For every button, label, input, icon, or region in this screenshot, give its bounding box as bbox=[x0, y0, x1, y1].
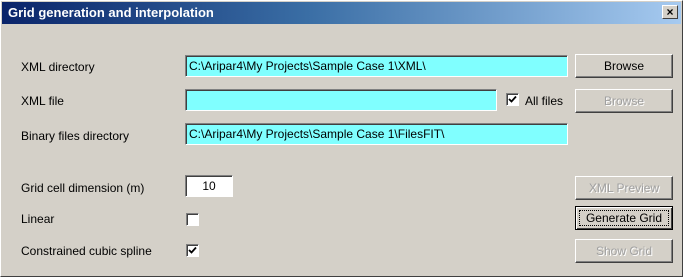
xml-directory-label: XML directory bbox=[21, 60, 95, 74]
grid-cell-input[interactable]: 10 bbox=[185, 175, 233, 197]
xml-file-input[interactable] bbox=[185, 89, 497, 111]
window-title: Grid generation and interpolation bbox=[8, 5, 214, 20]
all-files-checkbox[interactable] bbox=[506, 93, 519, 106]
show-grid-button[interactable]: Show Grid bbox=[575, 239, 673, 263]
browse-file-button[interactable]: Browse bbox=[575, 89, 673, 113]
linear-checkbox[interactable] bbox=[186, 213, 199, 226]
linear-label: Linear bbox=[21, 212, 55, 226]
focus-rect bbox=[579, 210, 669, 226]
xml-file-label: XML file bbox=[21, 94, 64, 108]
browse-directory-button[interactable]: Browse bbox=[575, 54, 673, 78]
binary-directory-input[interactable]: C:\Aripar4\My Projects\Sample Case 1\Fil… bbox=[185, 123, 568, 145]
checkmark-icon bbox=[508, 95, 517, 103]
close-button[interactable]: × bbox=[662, 5, 678, 19]
all-files-label: All files bbox=[525, 94, 564, 108]
dialog-window: Grid generation and interpolation × XML … bbox=[0, 0, 683, 277]
binary-directory-label: Binary files directory bbox=[21, 129, 130, 143]
xml-directory-input[interactable]: C:\Aripar4\My Projects\Sample Case 1\XML… bbox=[185, 55, 568, 77]
spline-label: Constrained cubic spline bbox=[21, 244, 152, 258]
checkmark-icon bbox=[188, 246, 197, 254]
close-icon: × bbox=[666, 5, 674, 19]
spline-checkbox[interactable] bbox=[186, 244, 199, 257]
title-bar[interactable]: Grid generation and interpolation × bbox=[2, 2, 681, 24]
grid-cell-label: Grid cell dimension (m) bbox=[21, 181, 145, 195]
xml-preview-button[interactable]: XML Preview bbox=[575, 176, 673, 200]
generate-grid-button[interactable]: Generate Grid bbox=[575, 206, 673, 230]
